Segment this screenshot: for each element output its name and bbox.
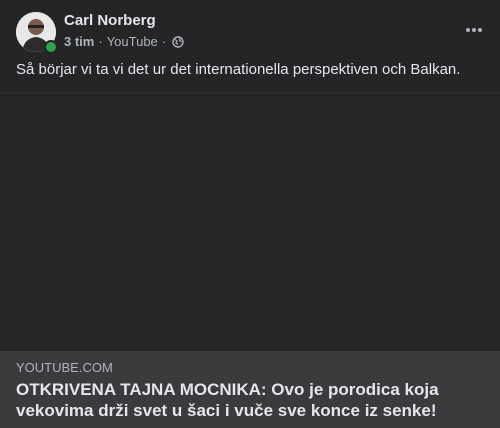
link-preview-box[interactable]: YOUTUBE.COM OTKRIVENA TAJNA MOCNIKA: Ovo… <box>0 351 500 428</box>
meta-separator: · <box>161 34 167 49</box>
author-name[interactable]: Carl Norberg <box>64 12 156 29</box>
post-source: YouTube <box>106 34 158 49</box>
globe-icon[interactable] <box>172 35 184 48</box>
more-options-icon[interactable] <box>464 20 484 40</box>
post-meta: 3 tim · YouTube · <box>64 34 184 49</box>
post-time[interactable]: 3 tim <box>64 34 94 49</box>
meta-separator: · <box>98 34 103 49</box>
link-preview-image[interactable] <box>0 92 500 352</box>
link-title[interactable]: OTKRIVENA TAJNA MOCNIKA: Ovo je porodica… <box>16 379 484 421</box>
post-text: Så börjar vi ta vi det ur det internatio… <box>16 61 461 78</box>
link-domain: YOUTUBE.COM <box>16 360 113 375</box>
online-status-indicator <box>44 40 58 54</box>
post-header: Carl Norberg 3 tim · YouTube · <box>16 12 484 54</box>
